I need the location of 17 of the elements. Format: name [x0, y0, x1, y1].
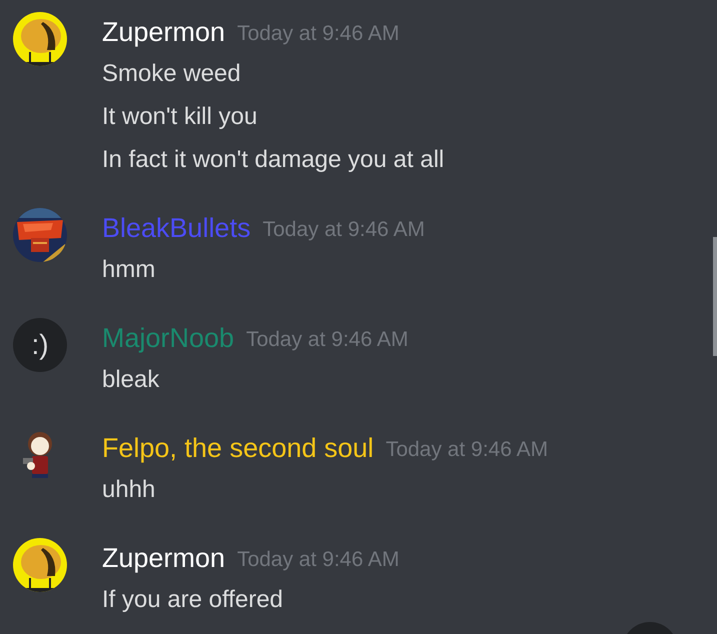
timestamp: Today at 9:46 AM [237, 21, 400, 48]
avatar: :) [13, 318, 67, 372]
message-text: bleak [102, 364, 160, 394]
username[interactable]: Zupermon [102, 12, 226, 52]
timestamp: Today at 9:46 AM [237, 547, 400, 574]
message-text: It won't kill you [102, 102, 258, 132]
message-text: Smoke weed [102, 58, 241, 88]
username[interactable]: Zupermon [102, 538, 226, 578]
timestamp: Today at 9:46 AM [262, 217, 425, 244]
scrollbar-thumb[interactable] [713, 237, 717, 356]
message-text: In fact it won't damage you at all [102, 144, 444, 174]
timestamp: Today at 9:46 AM [386, 437, 548, 464]
username[interactable]: Felpo, the second soul [102, 428, 374, 468]
message-text: hmm [102, 254, 156, 284]
message-text: If you are offered [102, 584, 284, 614]
message-text: uhhh [102, 474, 156, 504]
timestamp: Today at 9:46 AM [246, 327, 408, 354]
